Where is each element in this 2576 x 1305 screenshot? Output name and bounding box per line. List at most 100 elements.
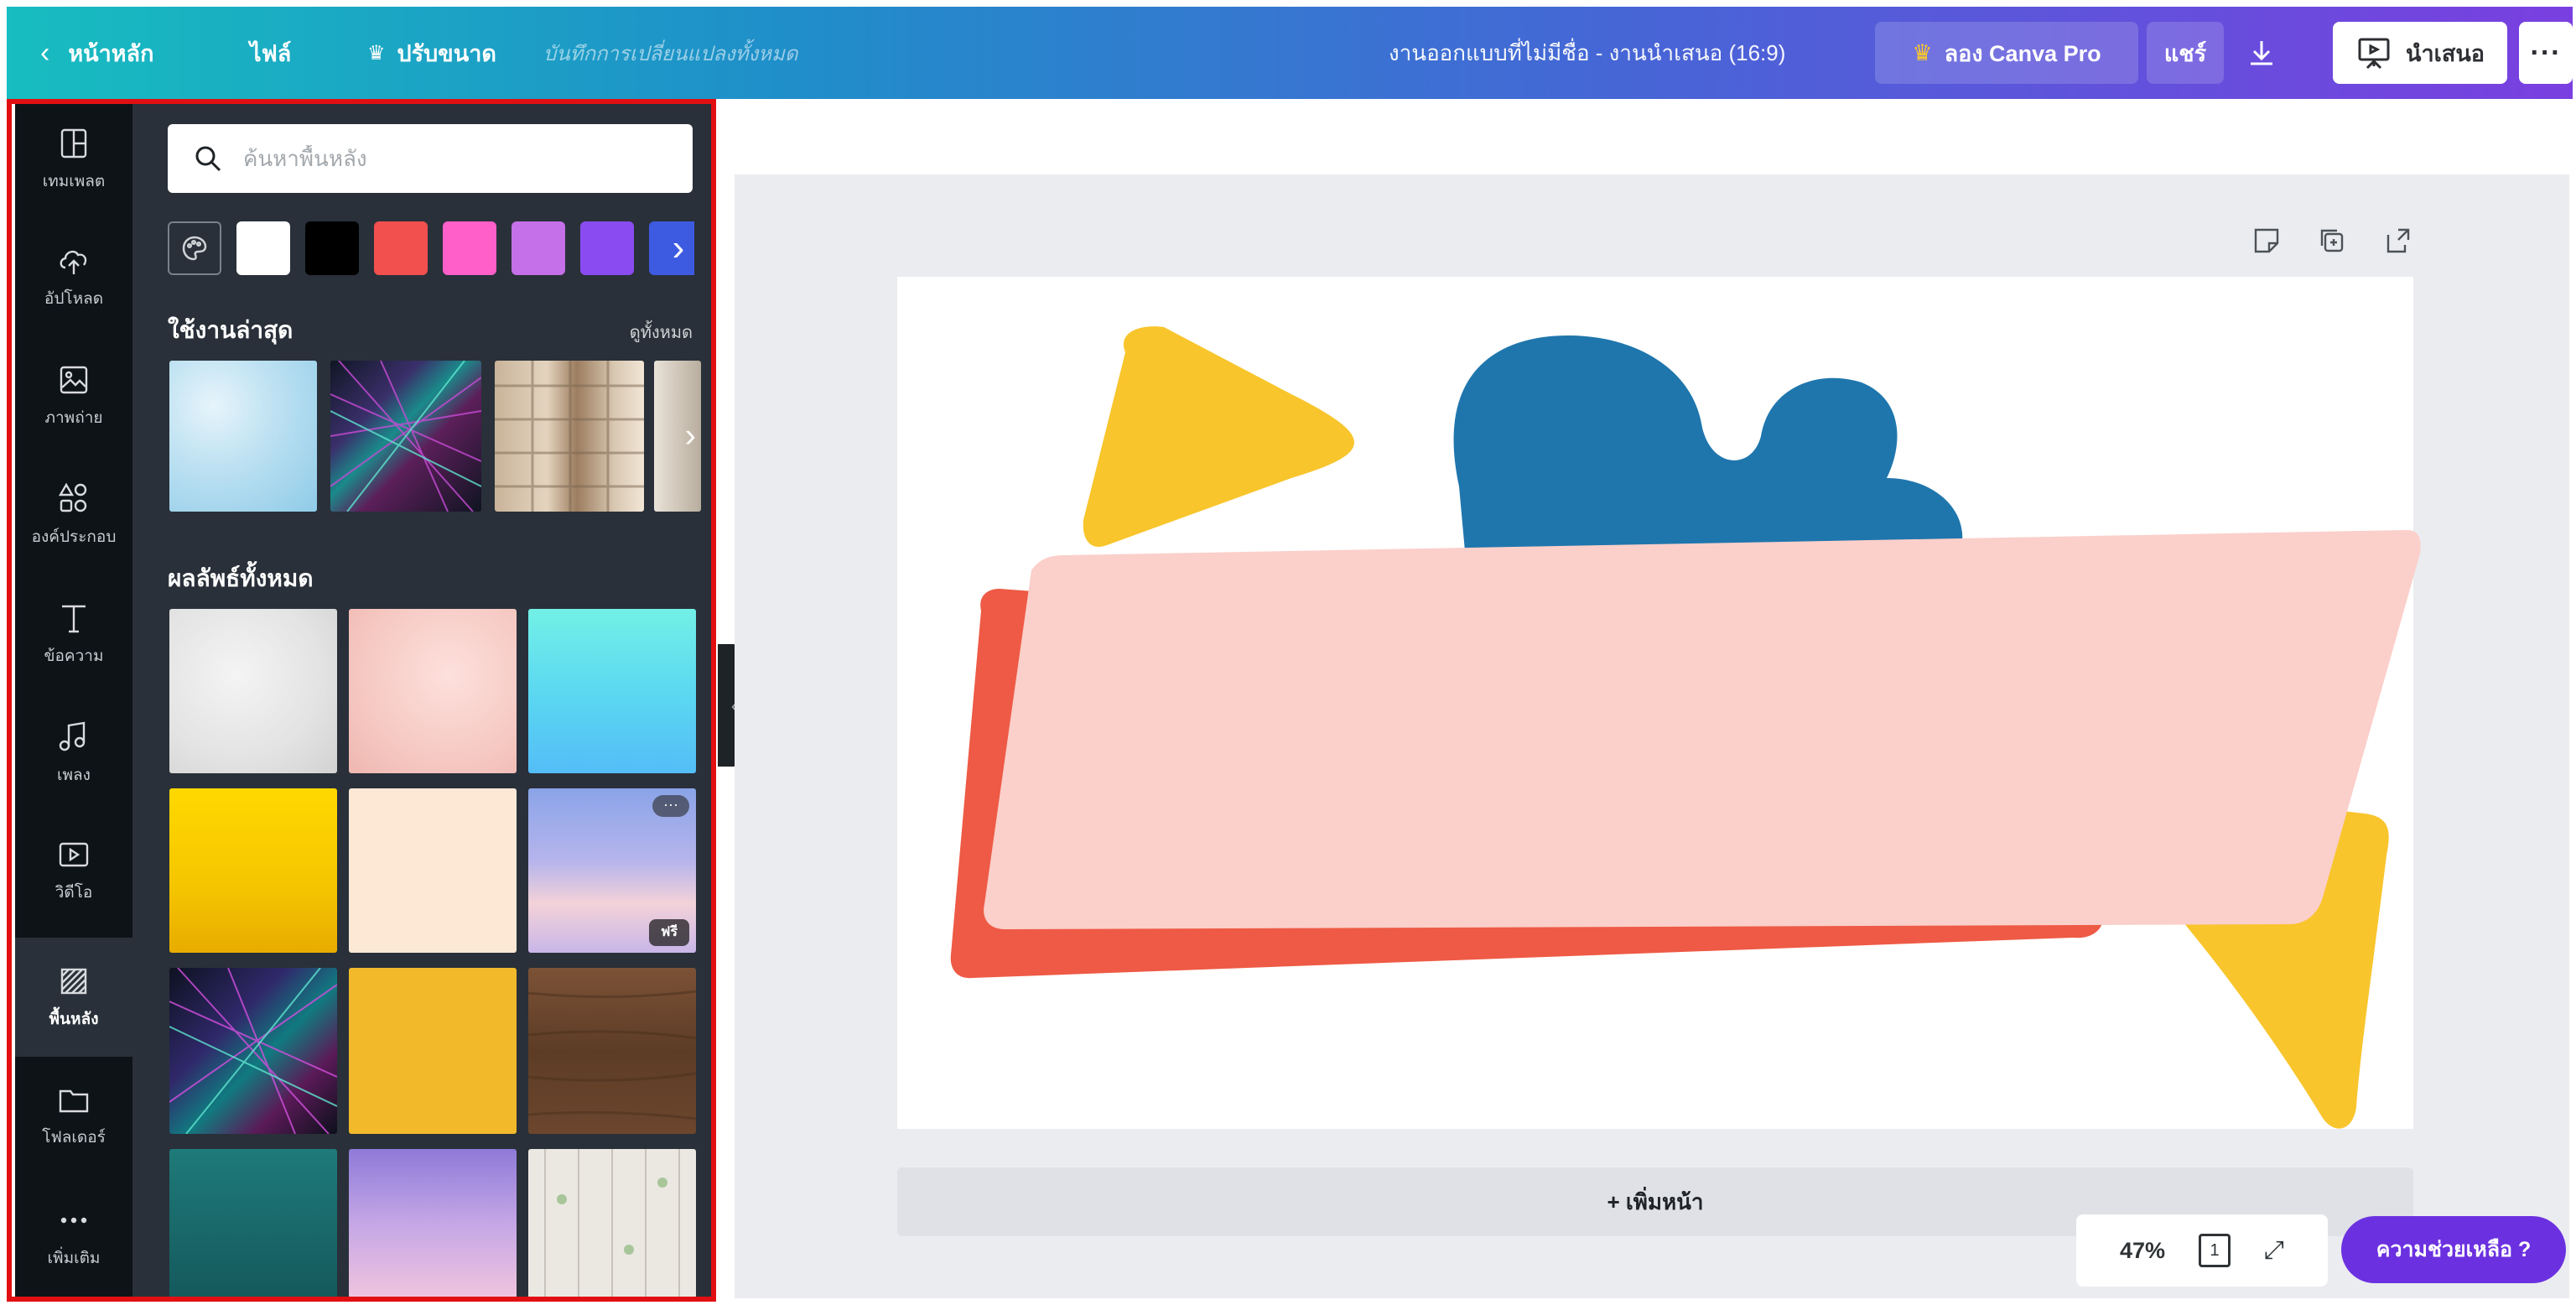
laser-lines [169,968,337,1134]
fullscreen-icon[interactable]: ⤢ [2264,1236,2284,1265]
rail-item-photos[interactable]: ภาพถ่าย [15,341,132,451]
note-icon[interactable] [2251,225,2283,257]
home-label: หน้าหลัก [68,40,154,66]
home-button[interactable]: ‹ หน้าหลัก [40,7,153,99]
color-picker-swatch[interactable] [168,221,221,275]
result-thumb-floral[interactable] [528,1149,696,1298]
present-button[interactable]: นำเสนอ [2333,22,2507,84]
see-all-link[interactable]: ดูทั้งหมด [630,319,693,346]
zoom-controls: 47% 1 ⤢ [2076,1214,2328,1287]
rail-item-label: ภาพถ่าย [44,409,103,427]
color-swatch-purple[interactable] [580,221,634,275]
music-icon [59,721,86,751]
all-results-heading: ผลลัพธ์ทั้งหมด [168,565,314,591]
rail-item-label: องค์ประกอบ [31,528,117,546]
color-swatch-violet[interactable] [512,221,565,275]
more-options-icon[interactable]: ··· [652,795,689,817]
duplicate-page-icon[interactable] [2316,225,2348,257]
color-swatches: › [168,221,701,282]
recent-heading: ใช้งานล่าสุด [168,317,293,343]
recent-thumb-lasers[interactable] [330,361,481,512]
resize-label: ปรับขนาด [397,40,496,66]
editor-toolbar-area [735,99,2569,174]
share-button[interactable]: แชร์ [2147,22,2224,84]
background-icon [60,968,87,995]
result-thumb-cream[interactable] [349,788,517,953]
top-bar: ‹ หน้าหลัก ไฟล์ ♛ ปรับขนาด บันทึกการเปลี… [7,7,2573,99]
color-swatch-red[interactable] [374,221,428,275]
more-options-button[interactable]: ··· [2519,22,2573,84]
wood-grain [528,990,696,1120]
result-thumb-mustard[interactable] [349,968,517,1134]
search-input[interactable] [242,144,664,173]
yellow-triangle-left [1083,326,1354,547]
recent-thumb-building[interactable] [495,361,644,512]
download-button[interactable] [2232,22,2291,84]
chevron-right-icon[interactable]: › [657,221,699,275]
rail-item-label: โฟลเดอร์ [42,1129,106,1146]
download-icon [2251,41,2272,65]
rail-item-backgrounds[interactable]: พื้นหลัง [15,938,132,1057]
side-nav-rail: เทมเพลต อัปโหลด ภาพถ่าย องค์ประกอบ ข้อคว… [15,104,132,1298]
chevron-left-icon: ‹ [40,36,50,69]
rail-item-music[interactable]: เพลง [15,698,132,808]
color-swatch-black[interactable] [305,221,359,275]
resize-button[interactable]: ♛ ปรับขนาด [367,7,496,99]
rail-item-uploads[interactable]: อัปโหลด [15,221,132,332]
search-icon [195,146,221,172]
free-badge: ฟรี [649,919,689,946]
rail-item-elements[interactable]: องค์ประกอบ [15,460,132,570]
rail-item-label: เพลง [57,767,91,784]
design-page[interactable] [897,277,2421,1129]
rail-item-more[interactable]: เพิ่มเติม [15,1181,132,1292]
rail-item-text[interactable]: ข้อความ [15,579,132,689]
present-label: นำเสนอ [2406,40,2485,66]
result-thumb-lasers[interactable] [169,968,337,1134]
page-tools [2251,225,2413,263]
more-icon [60,1217,87,1224]
floral-pattern [544,1149,680,1298]
color-swatch-pink[interactable] [443,221,496,275]
file-menu-button[interactable]: ไฟล์ [250,7,291,99]
template-icon [60,128,87,159]
result-thumb-clouds[interactable]: ··· ฟรี [528,788,696,953]
result-thumb-aqua-gradient[interactable] [528,609,696,773]
zoom-level[interactable]: 47% [2120,1238,2165,1264]
sticker-illustration[interactable] [897,277,2421,1129]
try-canva-pro-button[interactable]: ♛ ลอง Canva Pro [1875,22,2138,84]
color-swatch-white[interactable] [236,221,290,275]
chevron-right-icon: › [684,417,696,455]
folder-icon [59,1089,89,1113]
video-icon [59,842,89,867]
building-grid [495,361,644,512]
result-thumb-yellow[interactable] [169,788,337,953]
save-status: บันทึกการเปลี่ยนแปลงทั้งหมด [543,42,798,65]
rail-item-label: ข้อความ [44,647,104,665]
result-thumb-wood[interactable] [528,968,696,1134]
crown-icon: ♛ [1912,39,1933,65]
result-thumb-purple-clouds[interactable] [349,1149,517,1298]
rail-item-label: อัปโหลด [44,290,104,308]
canva-editor: ‹ หน้าหลัก ไฟล์ ♛ ปรับขนาด บันทึกการเปลี… [0,0,2576,1305]
recent-thumb-partial[interactable]: › [654,361,701,512]
rail-item-folders[interactable]: โฟลเดอร์ [15,1060,132,1171]
result-thumb-marble[interactable] [169,609,337,773]
pink-banner [984,530,2421,929]
try-pro-label: ลอง Canva Pro [1944,40,2101,66]
presentation-icon [2358,38,2390,70]
add-page-icon[interactable] [2381,225,2413,257]
upload-cloud-icon [60,250,87,274]
help-button[interactable]: ความช่วยเหลือ ? [2341,1216,2566,1283]
page-count-indicator[interactable]: 1 [2199,1234,2231,1267]
rail-item-label: พื้นหลัง [49,1011,99,1028]
document-title[interactable]: งานออกแบบที่ไม่มีชื่อ - งานนำเสนอ (16:9) [1389,7,1785,99]
result-thumb-pink-marble[interactable] [349,609,517,773]
rail-item-templates[interactable]: เทมเพลต [15,104,132,215]
result-thumb-teal[interactable] [169,1149,337,1298]
photo-icon [60,366,88,394]
recent-thumb-ice[interactable] [169,361,317,512]
crown-icon: ♛ [367,41,386,65]
rail-item-label: เพิ่มเติม [47,1250,101,1267]
search-box[interactable] [168,124,693,193]
rail-item-videos[interactable]: วิดีโอ [15,815,132,926]
